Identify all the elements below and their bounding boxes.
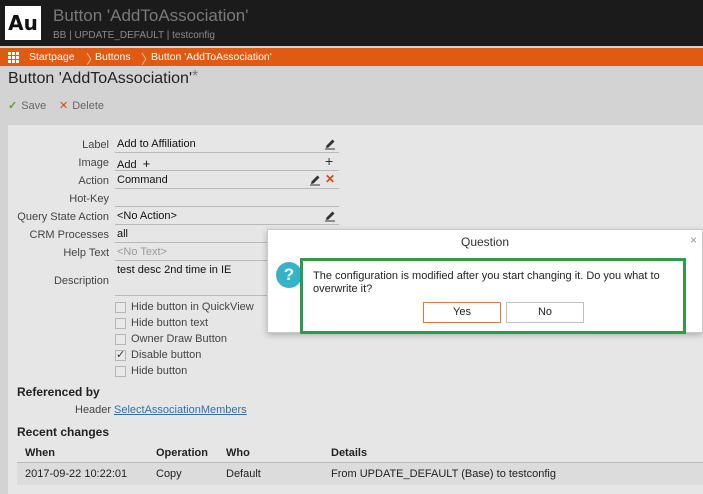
- hide-in-quickview-label: Hide button in QuickView: [131, 301, 254, 313]
- pencil-icon[interactable]: [309, 174, 321, 186]
- image-field[interactable]: Add +: [115, 154, 339, 171]
- action-field[interactable]: Command: [115, 172, 339, 189]
- cell-when: 2017-09-22 10:22:01: [25, 468, 128, 480]
- window-subtitle: BB | UPDATE_DEFAULT | testconfig: [53, 30, 215, 41]
- window-title: Button 'AddToAssociation': [53, 6, 249, 25]
- description-field[interactable]: test desc 2nd time in IE: [115, 262, 267, 296]
- question-icon: ?: [276, 262, 302, 288]
- plus-icon[interactable]: +: [143, 156, 151, 171]
- cell-details: From UPDATE_DEFAULT (Base) to testconfig: [331, 468, 556, 480]
- help-text-label: Help Text: [63, 247, 109, 259]
- cell-who: Default: [226, 468, 261, 480]
- column-header-operation[interactable]: Operation: [156, 447, 208, 459]
- referenced-by-link[interactable]: SelectAssociationMembers: [114, 404, 247, 416]
- disable-button-label: Disable button: [131, 349, 202, 361]
- x-icon: ✕: [59, 100, 69, 112]
- hide-button-checkbox[interactable]: [115, 366, 126, 377]
- hide-button-label: Hide button: [131, 365, 188, 377]
- remove-icon[interactable]: ✕: [325, 172, 335, 186]
- owner-draw-label: Owner Draw Button: [131, 333, 227, 345]
- referenced-by-heading: Referenced by: [17, 385, 100, 399]
- page-title: Button 'AddToAssociation': [8, 70, 192, 87]
- close-icon[interactable]: ×: [690, 233, 697, 247]
- query-state-action-label: Query State Action: [17, 211, 109, 223]
- save-button[interactable]: ✓ Save: [8, 99, 46, 112]
- hide-text-label: Hide button text: [131, 317, 209, 329]
- save-label: Save: [21, 100, 47, 112]
- referenced-by-label: Header: [75, 404, 112, 416]
- breadcrumb-current[interactable]: Button 'AddToAssociation': [151, 51, 272, 63]
- image-value: Add: [117, 159, 137, 171]
- apps-grid-icon[interactable]: [8, 52, 19, 63]
- crm-processes-label: CRM Processes: [29, 229, 109, 241]
- breadcrumb: Startpage 〉 Buttons 〉 Button 'AddToAssoc…: [0, 48, 703, 67]
- breadcrumb-startpage[interactable]: Startpage: [29, 51, 75, 63]
- delete-button[interactable]: ✕ Delete: [59, 99, 104, 112]
- column-header-details[interactable]: Details: [331, 447, 367, 459]
- hotkey-field[interactable]: [115, 190, 339, 207]
- image-field-label: Image: [78, 157, 109, 169]
- hotkey-field-label: Hot-Key: [69, 193, 109, 205]
- table-header: When Operation Who Details: [17, 446, 703, 463]
- highlight-box: [300, 258, 686, 334]
- label-field[interactable]: Add to Affiliation: [115, 136, 339, 153]
- hide-text-checkbox[interactable]: [115, 318, 126, 329]
- pencil-icon[interactable]: [324, 210, 336, 222]
- action-field-label: Action: [78, 175, 109, 187]
- disable-button-checkbox[interactable]: [115, 348, 126, 361]
- delete-label: Delete: [72, 100, 105, 112]
- recent-changes-heading: Recent changes: [17, 425, 110, 439]
- column-header-when[interactable]: When: [25, 447, 55, 459]
- app-logo: Au: [5, 6, 41, 40]
- plus-icon[interactable]: +: [325, 153, 333, 169]
- column-header-who[interactable]: Who: [226, 447, 250, 459]
- check-icon: ✓: [8, 100, 18, 112]
- modified-indicator: *: [192, 68, 199, 85]
- owner-draw-checkbox[interactable]: [115, 334, 126, 345]
- help-text-field[interactable]: <No Text>: [115, 244, 267, 261]
- table-row[interactable]: 2017-09-22 10:22:01 Copy Default From UP…: [17, 463, 703, 485]
- pencil-icon[interactable]: [324, 138, 336, 150]
- crm-processes-field[interactable]: all: [115, 226, 267, 243]
- app-header: Au Button 'AddToAssociation' BB | UPDATE…: [0, 0, 703, 46]
- description-label: Description: [53, 275, 109, 287]
- help-text-placeholder: <No Text>: [117, 246, 167, 258]
- label-field-label: Label: [82, 139, 109, 151]
- hide-in-quickview-checkbox[interactable]: [115, 302, 126, 313]
- cell-operation: Copy: [156, 468, 182, 480]
- query-state-action-field[interactable]: <No Action>: [115, 208, 339, 225]
- breadcrumb-buttons[interactable]: Buttons: [95, 51, 131, 63]
- dialog-title: Question: [460, 235, 510, 249]
